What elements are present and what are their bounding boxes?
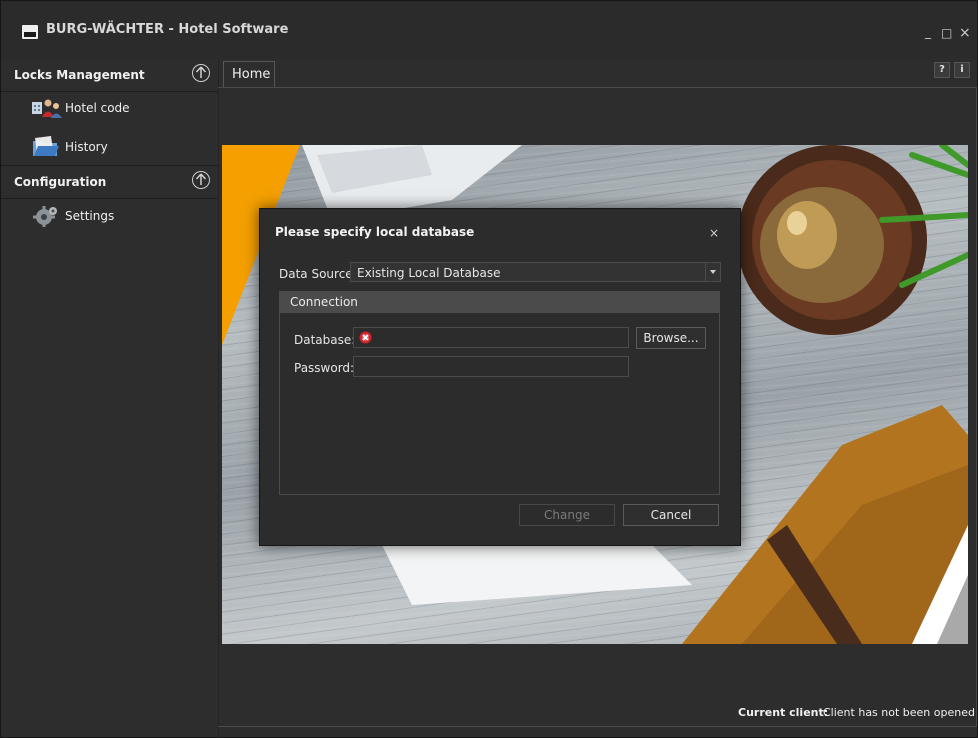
sidebar: Locks Management Hotel code History Conf… (1, 59, 219, 737)
cancel-button[interactable]: Cancel (623, 504, 719, 526)
database-dialog: Please specify local database × Data Sou… (259, 208, 741, 546)
app-logo-icon (22, 25, 38, 39)
sidebar-group-label: Locks Management (14, 68, 145, 82)
sidebar-item-hotel-code[interactable]: Hotel code (1, 92, 218, 124)
browse-button[interactable]: Browse... (636, 327, 706, 349)
connection-group-title: Connection (290, 295, 358, 309)
sidebar-item-label: Settings (65, 209, 115, 223)
app-window: BURG-WÄCHTER - Hotel Software _ □ × Lock… (0, 0, 978, 738)
password-field[interactable] (353, 356, 629, 377)
collapse-up-icon[interactable] (192, 171, 210, 189)
dialog-title: Please specify local database (275, 225, 475, 239)
error-icon (359, 331, 372, 344)
dialog-close-button[interactable]: × (709, 226, 719, 240)
close-button[interactable]: × (959, 25, 971, 41)
data-source-label: Data Source: (279, 267, 357, 281)
title-bar: BURG-WÄCHTER - Hotel Software _ □ × (1, 1, 977, 59)
data-source-value: Existing Local Database (357, 266, 501, 280)
connection-group: Connection (279, 291, 720, 495)
database-label: Database: (294, 333, 356, 347)
sidebar-item-label: Hotel code (65, 101, 130, 115)
sidebar-group-label: Configuration (14, 175, 107, 189)
password-label: Password: (294, 361, 355, 375)
current-client-label: Current client: (738, 706, 829, 719)
chevron-down-icon[interactable] (705, 263, 720, 281)
sidebar-group-locks-management[interactable]: Locks Management (1, 59, 218, 92)
tab-home[interactable]: Home (223, 61, 275, 87)
info-button[interactable]: i (954, 62, 970, 78)
settings-gear-icon (33, 205, 63, 227)
app-title: BURG-WÄCHTER - Hotel Software (46, 22, 289, 37)
tab-label: Home (232, 67, 271, 82)
sidebar-item-label: History (65, 140, 108, 154)
database-field[interactable] (353, 327, 629, 348)
history-icon (31, 136, 61, 158)
maximize-button[interactable]: □ (941, 26, 952, 40)
current-client-value: Client has not been opened (823, 706, 975, 719)
change-button[interactable]: Change (519, 504, 615, 526)
minimize-button[interactable]: _ (925, 25, 931, 39)
sidebar-item-history[interactable]: History (1, 131, 218, 163)
sidebar-group-configuration[interactable]: Configuration (1, 165, 218, 199)
hotel-code-icon (31, 97, 62, 119)
sidebar-item-settings[interactable]: Settings (1, 200, 218, 232)
data-source-select[interactable]: Existing Local Database (350, 262, 721, 282)
collapse-up-icon[interactable] (192, 64, 210, 82)
help-button[interactable]: ? (934, 62, 950, 78)
connection-group-header: Connection (280, 292, 719, 313)
